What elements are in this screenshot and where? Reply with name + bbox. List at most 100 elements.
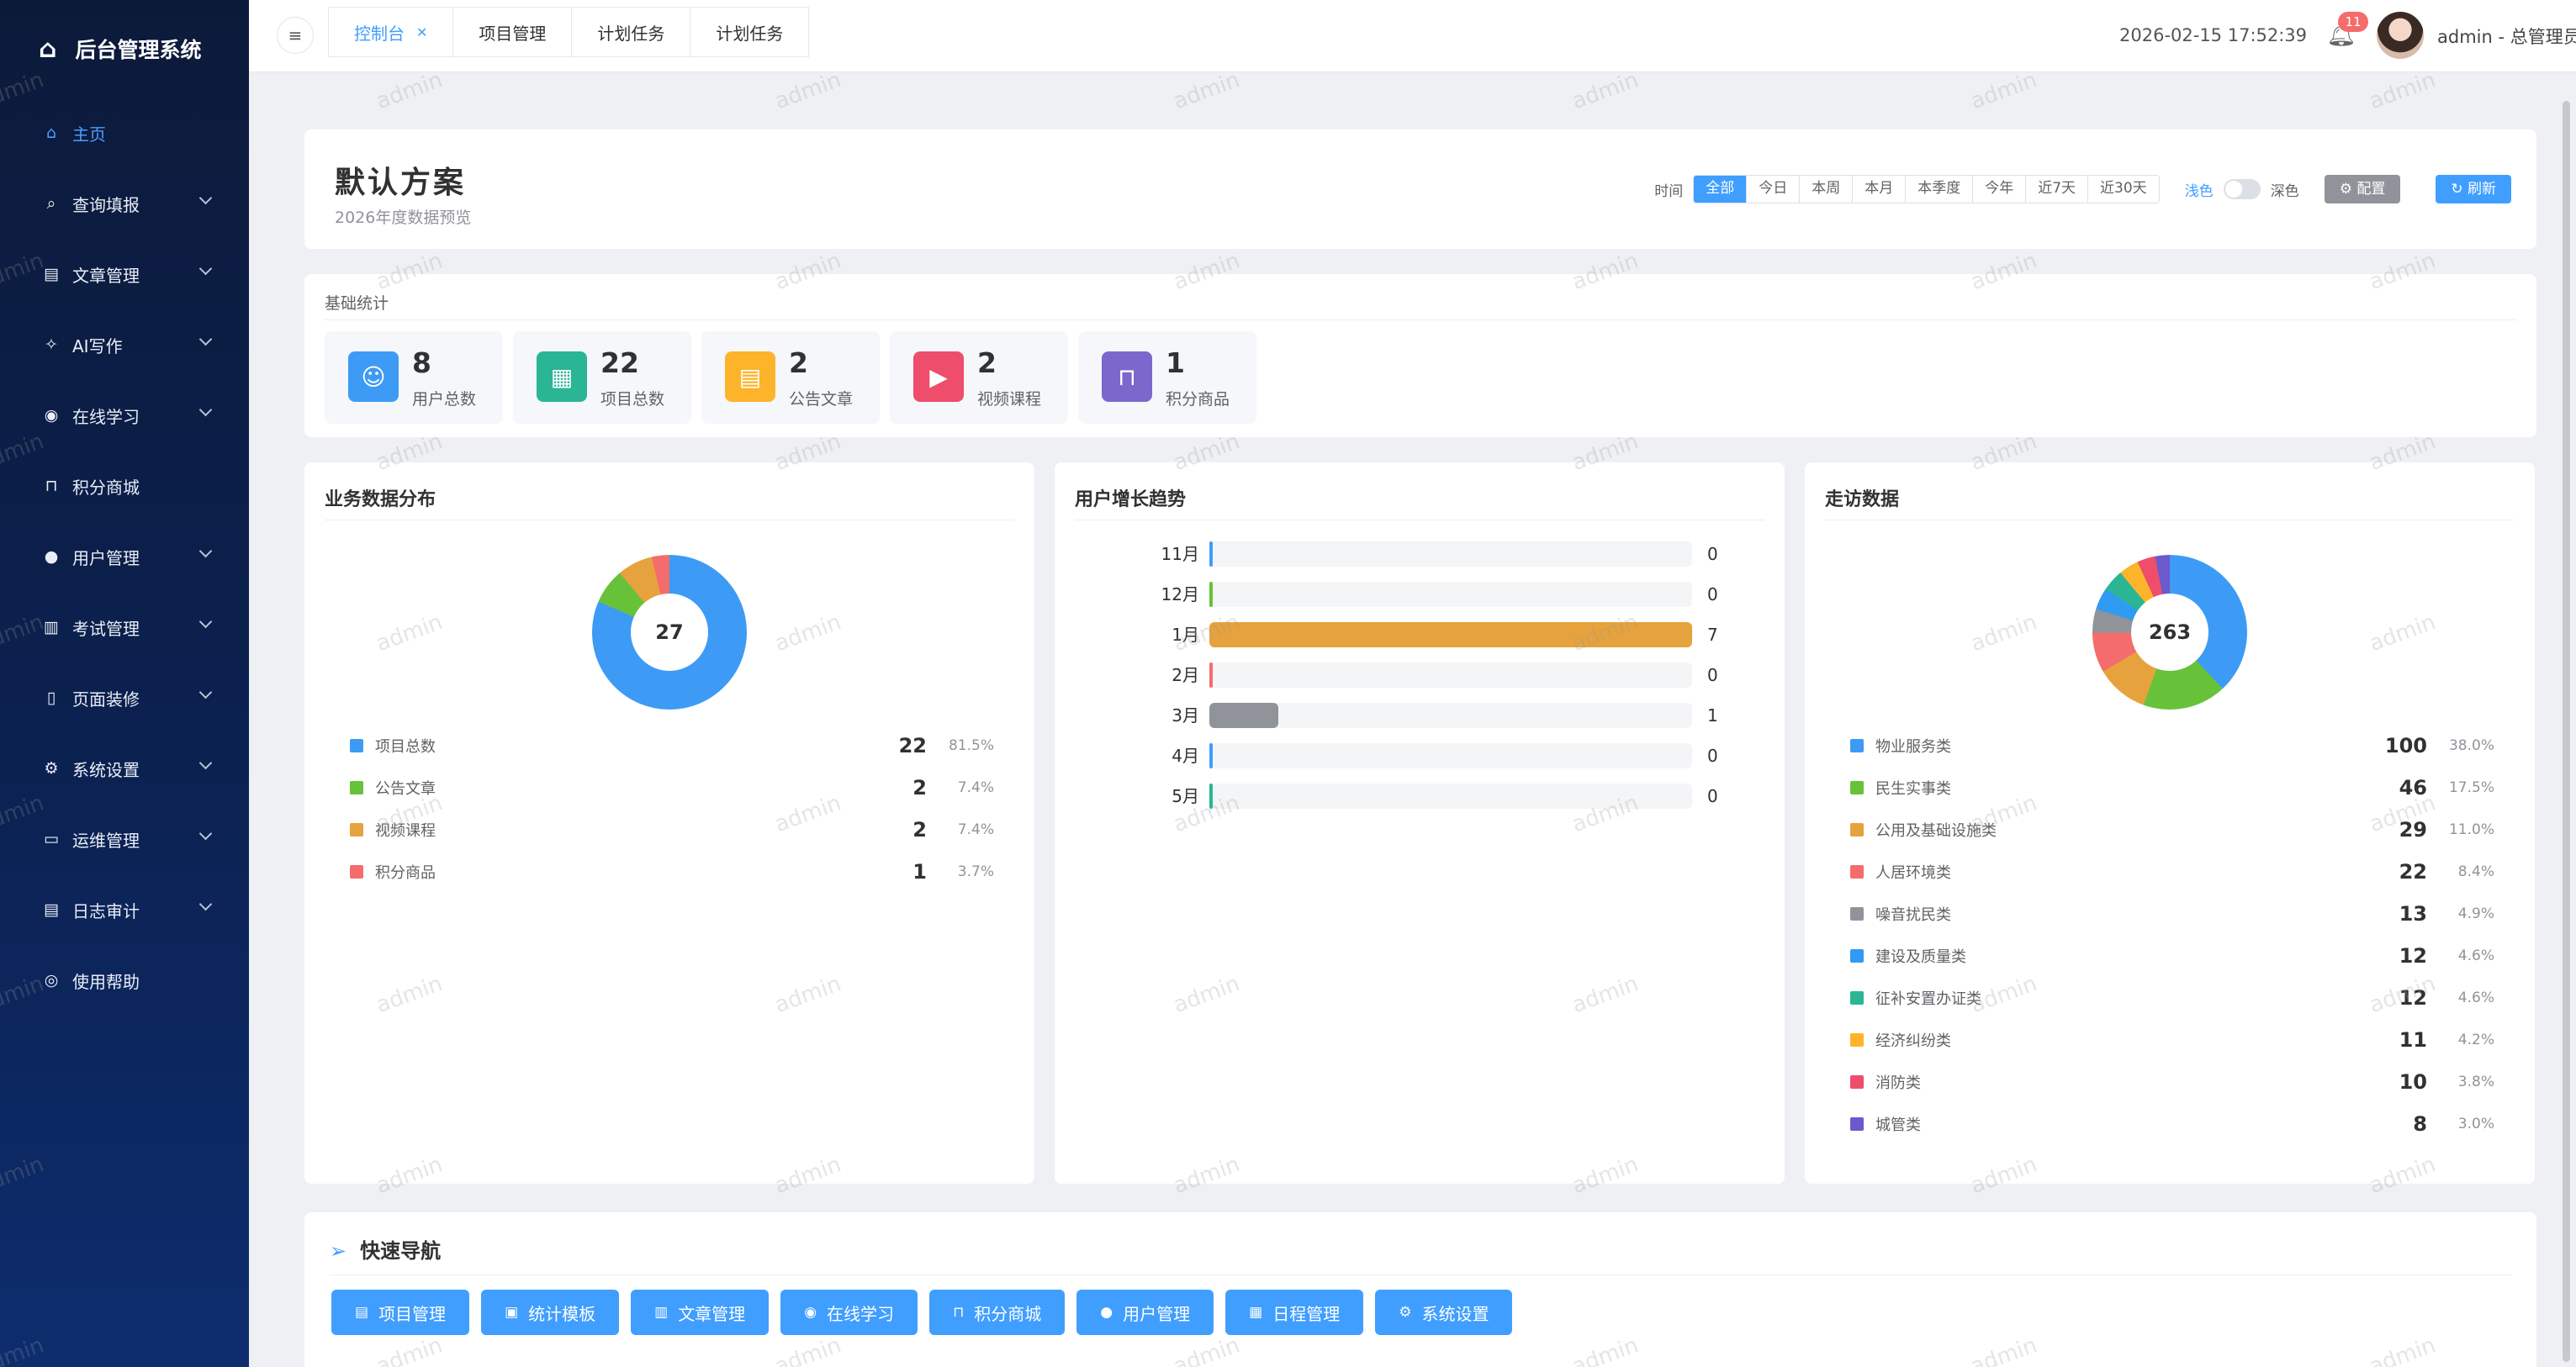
refresh-button[interactable]: ↻ 刷新	[2436, 175, 2511, 203]
stat-label: 用户总数	[412, 390, 477, 409]
time-filter-week[interactable]: 本周	[1800, 176, 1854, 203]
bar-value: 7	[1707, 625, 1718, 645]
plan-header-card: 默认方案 2026年度数据预览 时间 全部 今日 本周 本月 本季度 今年 近7…	[304, 129, 2536, 249]
theme-toggle[interactable]	[2223, 179, 2261, 199]
chevron-down-icon	[198, 544, 213, 558]
page-scrollbar[interactable]	[2563, 101, 2570, 1362]
quick-nav-settings-button[interactable]: ⚙ 系统设置	[1375, 1290, 1513, 1335]
business-donut-chart[interactable]: 27	[592, 555, 747, 710]
page-subtitle: 2026年度数据预览	[335, 208, 472, 227]
time-filter-month[interactable]: 本月	[1853, 176, 1907, 203]
user-name[interactable]: admin - 总管理员	[2437, 24, 2576, 49]
legend-name: 公用及基础设施类	[1875, 822, 1997, 840]
sidebar-item-ops[interactable]: ▭ 运维管理	[0, 804, 249, 874]
legend-row[interactable]: 积分商品 1 3.7%	[350, 851, 994, 893]
sidebar-item-users[interactable]: ● 用户管理	[0, 521, 249, 592]
theme-dark-label: 深色	[2270, 182, 2299, 200]
time-filter-all[interactable]: 全部	[1694, 176, 1748, 203]
tab-label: 控制台	[354, 23, 405, 44]
time-filter-30days[interactable]: 近30天	[2088, 176, 2159, 203]
sidebar-item-home[interactable]: ⌂ 主页	[0, 98, 249, 168]
quick-nav-projects-button[interactable]: ▤ 项目管理	[331, 1290, 470, 1335]
sidebar-item-audit-log[interactable]: ▤ 日志审计	[0, 874, 249, 945]
legend-value: 8	[2413, 1112, 2427, 1136]
time-filter-today[interactable]: 今日	[1747, 176, 1801, 203]
tab-label: 计划任务	[716, 23, 784, 44]
tab-scheduled-tasks-2[interactable]: 计划任务	[690, 8, 808, 56]
sidebar-item-settings[interactable]: ⚙ 系统设置	[0, 733, 249, 804]
sidebar-item-ai-writing[interactable]: ✧ AI写作	[0, 309, 249, 380]
sidebar-item-points-mall[interactable]: ⊓ 积分商城	[0, 451, 249, 521]
growth-row: 2月 0	[1055, 661, 1785, 689]
visits-donut-chart[interactable]: 263	[2092, 555, 2247, 710]
bar-fill	[1209, 784, 1213, 809]
stat-card-articles[interactable]: ▤ 2 公告文章	[701, 331, 880, 424]
legend-percent: 7.4%	[957, 779, 994, 796]
legend-row[interactable]: 民生实事类 46 17.5%	[1850, 767, 2494, 809]
quick-nav-schedule-button[interactable]: ▦ 日程管理	[1225, 1290, 1364, 1335]
legend-row[interactable]: 经济纠纷类 11 4.2%	[1850, 1019, 2494, 1061]
app-logo[interactable]: ⌂ 后台管理系统	[0, 0, 249, 98]
tab-console[interactable]: 控制台 ✕	[329, 8, 454, 56]
legend-name: 公告文章	[375, 780, 436, 798]
notification-badge: 11	[2338, 12, 2368, 32]
bar-track	[1209, 784, 1692, 809]
config-button[interactable]: ⚙ 配置	[2324, 175, 2401, 203]
sidebar-item-online-learning[interactable]: ◉ 在线学习	[0, 380, 249, 451]
legend-row[interactable]: 噪音扰民类 13 4.9%	[1850, 893, 2494, 935]
quick-nav-mall-button[interactable]: ⊓ 积分商城	[929, 1290, 1066, 1335]
quick-nav-templates-button[interactable]: ▣ 统计模板	[481, 1290, 620, 1335]
legend-row[interactable]: 公用及基础设施类 29 11.0%	[1850, 809, 2494, 851]
time-filter-quarter[interactable]: 本季度	[1906, 176, 1974, 203]
legend-percent: 3.0%	[2457, 1116, 2494, 1132]
quick-nav-learning-button[interactable]: ◉ 在线学习	[780, 1290, 918, 1335]
legend-row[interactable]: 消防类 10 3.8%	[1850, 1061, 2494, 1103]
legend-percent: 4.9%	[2457, 905, 2494, 922]
sidebar-item-articles[interactable]: ▤ 文章管理	[0, 239, 249, 309]
legend-name: 物业服务类	[1875, 738, 1951, 756]
quick-nav-articles-button[interactable]: ▥ 文章管理	[631, 1290, 770, 1335]
user-icon: ●	[44, 547, 59, 566]
home-icon: ⌂	[39, 34, 57, 64]
month-label: 12月	[1161, 584, 1199, 604]
hamburger-icon: ≡	[288, 25, 303, 45]
legend-row[interactable]: 征补安置办证类 12 4.6%	[1850, 977, 2494, 1019]
time-filter-year[interactable]: 今年	[1973, 176, 2027, 203]
menu-toggle-button[interactable]: ≡	[277, 17, 314, 54]
sidebar-item-query-report[interactable]: ⌕ 查询填报	[0, 168, 249, 239]
stat-card-projects[interactable]: ▦ 22 项目总数	[513, 331, 691, 424]
avatar[interactable]	[2377, 12, 2424, 59]
legend-row[interactable]: 建设及质量类 12 4.6%	[1850, 935, 2494, 977]
button-label: 统计模板	[528, 1303, 596, 1324]
legend-row[interactable]: 视频课程 2 7.4%	[350, 809, 994, 851]
close-icon[interactable]: ✕	[416, 24, 427, 40]
stat-label: 视频课程	[977, 390, 1042, 409]
sidebar-item-label: 用户管理	[72, 547, 140, 568]
sidebar-item-exams[interactable]: ▥ 考试管理	[0, 592, 249, 662]
legend-value: 2	[912, 776, 927, 800]
legend-name: 民生实事类	[1875, 780, 1951, 798]
stat-card-users[interactable]: ☺ 8 用户总数	[325, 331, 503, 424]
legend-percent: 7.4%	[957, 821, 994, 838]
legend-row[interactable]: 物业服务类 100 38.0%	[1850, 725, 2494, 767]
tab-projects[interactable]: 项目管理	[453, 8, 573, 56]
sidebar-item-help[interactable]: ◎ 使用帮助	[0, 945, 249, 1016]
legend-swatch	[350, 781, 363, 794]
stat-card-courses[interactable]: ▶ 2 视频课程	[890, 331, 1068, 424]
tab-scheduled-tasks[interactable]: 计划任务	[572, 8, 691, 56]
time-filter-7days[interactable]: 近7天	[2026, 176, 2089, 203]
legend-row[interactable]: 人居环境类 22 8.4%	[1850, 851, 2494, 893]
legend-swatch	[1850, 991, 1864, 1005]
legend-row[interactable]: 项目总数 22 81.5%	[350, 725, 994, 767]
legend-percent: 81.5%	[948, 737, 994, 754]
sidebar-item-label: 考试管理	[72, 618, 140, 639]
button-label: 文章管理	[678, 1303, 746, 1324]
legend-row[interactable]: 公告文章 2 7.4%	[350, 767, 994, 809]
sidebar-item-page-decor[interactable]: ▯ 页面装修	[0, 662, 249, 733]
growth-row: 4月 0	[1055, 742, 1785, 770]
gear-icon: ⚙	[44, 759, 59, 778]
stat-card-products[interactable]: ⊓ 1 积分商品	[1078, 331, 1256, 424]
refresh-icon: ↻	[2451, 181, 2468, 198]
quick-nav-users-button[interactable]: ● 用户管理	[1076, 1290, 1214, 1335]
legend-row[interactable]: 城管类 8 3.0%	[1850, 1103, 2494, 1145]
